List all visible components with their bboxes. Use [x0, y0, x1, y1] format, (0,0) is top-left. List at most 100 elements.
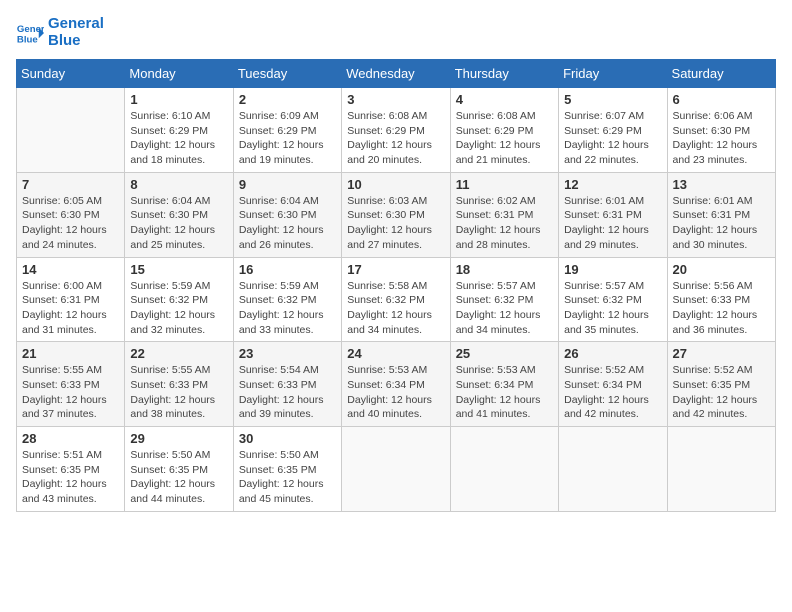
calendar-cell: 6 Sunrise: 6:06 AM Sunset: 6:30 PM Daylig…: [667, 88, 775, 173]
calendar-cell: [667, 427, 775, 512]
day-number: 29: [130, 431, 227, 446]
day-number: 9: [239, 177, 336, 192]
weekday-header: Wednesday: [342, 60, 450, 88]
calendar-cell: 11 Sunrise: 6:02 AM Sunset: 6:31 PM Dayli…: [450, 172, 558, 257]
calendar-cell: 26 Sunrise: 5:52 AM Sunset: 6:34 PM Dayli…: [559, 342, 667, 427]
weekday-header: Saturday: [667, 60, 775, 88]
day-info: Sunrise: 5:55 AM Sunset: 6:33 PM Dayligh…: [22, 363, 119, 422]
day-number: 4: [456, 92, 553, 107]
day-info: Sunrise: 6:01 AM Sunset: 6:31 PM Dayligh…: [564, 194, 661, 253]
day-number: 6: [673, 92, 770, 107]
calendar-cell: 3 Sunrise: 6:08 AM Sunset: 6:29 PM Daylig…: [342, 88, 450, 173]
calendar-cell: 20 Sunrise: 5:56 AM Sunset: 6:33 PM Dayli…: [667, 257, 775, 342]
calendar-cell: 25 Sunrise: 5:53 AM Sunset: 6:34 PM Dayli…: [450, 342, 558, 427]
day-number: 25: [456, 346, 553, 361]
day-number: 18: [456, 262, 553, 277]
day-number: 7: [22, 177, 119, 192]
day-info: Sunrise: 6:04 AM Sunset: 6:30 PM Dayligh…: [239, 194, 336, 253]
calendar-cell: 28 Sunrise: 5:51 AM Sunset: 6:35 PM Dayli…: [17, 427, 125, 512]
calendar-cell: 23 Sunrise: 5:54 AM Sunset: 6:33 PM Dayli…: [233, 342, 341, 427]
day-number: 2: [239, 92, 336, 107]
day-info: Sunrise: 5:56 AM Sunset: 6:33 PM Dayligh…: [673, 279, 770, 338]
day-info: Sunrise: 5:57 AM Sunset: 6:32 PM Dayligh…: [456, 279, 553, 338]
logo-icon: General Blue: [16, 19, 44, 47]
day-number: 12: [564, 177, 661, 192]
calendar-cell: 1 Sunrise: 6:10 AM Sunset: 6:29 PM Daylig…: [125, 88, 233, 173]
day-number: 27: [673, 346, 770, 361]
weekday-header: Sunday: [17, 60, 125, 88]
calendar-cell: 29 Sunrise: 5:50 AM Sunset: 6:35 PM Dayli…: [125, 427, 233, 512]
day-number: 5: [564, 92, 661, 107]
day-number: 23: [239, 346, 336, 361]
weekday-header: Friday: [559, 60, 667, 88]
day-number: 19: [564, 262, 661, 277]
calendar-header: SundayMondayTuesdayWednesdayThursdayFrid…: [17, 60, 776, 88]
calendar-cell: 16Sunrise: 5:59 AM Sunset: 6:32 PM Dayli…: [233, 257, 341, 342]
weekday-header: Monday: [125, 60, 233, 88]
calendar-cell: 10 Sunrise: 6:03 AM Sunset: 6:30 PM Dayli…: [342, 172, 450, 257]
day-info: Sunrise: 6:02 AM Sunset: 6:31 PM Dayligh…: [456, 194, 553, 253]
calendar-cell: 21 Sunrise: 5:55 AM Sunset: 6:33 PM Dayli…: [17, 342, 125, 427]
day-number: 3: [347, 92, 444, 107]
day-info: Sunrise: 6:07 AM Sunset: 6:29 PM Dayligh…: [564, 109, 661, 168]
day-number: 14: [22, 262, 119, 277]
calendar-cell: 27 Sunrise: 5:52 AM Sunset: 6:35 PM Dayli…: [667, 342, 775, 427]
weekday-header: Tuesday: [233, 60, 341, 88]
day-info: Sunrise: 5:57 AM Sunset: 6:32 PM Dayligh…: [564, 279, 661, 338]
day-number: 8: [130, 177, 227, 192]
day-number: 24: [347, 346, 444, 361]
day-number: 17: [347, 262, 444, 277]
day-info: Sunrise: 5:54 AM Sunset: 6:33 PM Dayligh…: [239, 363, 336, 422]
day-number: 30: [239, 431, 336, 446]
day-number: 21: [22, 346, 119, 361]
calendar-cell: 30 Sunrise: 5:50 AM Sunset: 6:35 PM Dayli…: [233, 427, 341, 512]
day-info: Sunrise: 5:53 AM Sunset: 6:34 PM Dayligh…: [347, 363, 444, 422]
calendar-cell: 18 Sunrise: 5:57 AM Sunset: 6:32 PM Dayli…: [450, 257, 558, 342]
day-number: 13: [673, 177, 770, 192]
calendar-cell: [559, 427, 667, 512]
svg-text:Blue: Blue: [17, 34, 38, 45]
day-info: Sunrise: 5:55 AM Sunset: 6:33 PM Dayligh…: [130, 363, 227, 422]
day-info: Sunrise: 6:08 AM Sunset: 6:29 PM Dayligh…: [347, 109, 444, 168]
day-info: Sunrise: 6:00 AM Sunset: 6:31 PM Dayligh…: [22, 279, 119, 338]
day-info: Sunrise: 5:53 AM Sunset: 6:34 PM Dayligh…: [456, 363, 553, 422]
calendar-cell: 9 Sunrise: 6:04 AM Sunset: 6:30 PM Daylig…: [233, 172, 341, 257]
calendar-cell: 7Sunrise: 6:05 AM Sunset: 6:30 PM Daylig…: [17, 172, 125, 257]
day-info: Sunrise: 6:09 AM Sunset: 6:29 PM Dayligh…: [239, 109, 336, 168]
calendar-cell: 15Sunrise: 5:59 AM Sunset: 6:32 PM Dayli…: [125, 257, 233, 342]
day-number: 26: [564, 346, 661, 361]
day-number: 1: [130, 92, 227, 107]
day-info: Sunrise: 5:50 AM Sunset: 6:35 PM Dayligh…: [130, 448, 227, 507]
logo: General Blue General Blue: [16, 16, 104, 49]
calendar-cell: 5 Sunrise: 6:07 AM Sunset: 6:29 PM Daylig…: [559, 88, 667, 173]
day-info: Sunrise: 6:04 AM Sunset: 6:30 PM Dayligh…: [130, 194, 227, 253]
calendar-cell: 19 Sunrise: 5:57 AM Sunset: 6:32 PM Dayli…: [559, 257, 667, 342]
day-info: Sunrise: 6:03 AM Sunset: 6:30 PM Dayligh…: [347, 194, 444, 253]
calendar-cell: [17, 88, 125, 173]
page-header: General Blue General Blue: [16, 16, 776, 49]
day-number: 20: [673, 262, 770, 277]
day-number: 10: [347, 177, 444, 192]
day-number: 28: [22, 431, 119, 446]
calendar-cell: [342, 427, 450, 512]
day-info: Sunrise: 6:06 AM Sunset: 6:30 PM Dayligh…: [673, 109, 770, 168]
day-info: Sunrise: 6:08 AM Sunset: 6:29 PM Dayligh…: [456, 109, 553, 168]
day-info: Sunrise: 5:59 AM Sunset: 6:32 PM Dayligh…: [130, 279, 227, 338]
calendar-cell: 2 Sunrise: 6:09 AM Sunset: 6:29 PM Daylig…: [233, 88, 341, 173]
calendar-cell: 24 Sunrise: 5:53 AM Sunset: 6:34 PM Dayli…: [342, 342, 450, 427]
day-info: Sunrise: 5:50 AM Sunset: 6:35 PM Dayligh…: [239, 448, 336, 507]
calendar-cell: 8 Sunrise: 6:04 AM Sunset: 6:30 PM Daylig…: [125, 172, 233, 257]
logo-line2: Blue: [48, 33, 104, 50]
calendar-cell: 14 Sunrise: 6:00 AM Sunset: 6:31 PM Dayli…: [17, 257, 125, 342]
calendar-cell: 4 Sunrise: 6:08 AM Sunset: 6:29 PM Daylig…: [450, 88, 558, 173]
day-info: Sunrise: 5:52 AM Sunset: 6:35 PM Dayligh…: [673, 363, 770, 422]
calendar-cell: [450, 427, 558, 512]
logo-line1: General: [48, 16, 104, 33]
day-number: 16: [239, 262, 336, 277]
calendar-cell: 12 Sunrise: 6:01 AM Sunset: 6:31 PM Dayli…: [559, 172, 667, 257]
day-number: 11: [456, 177, 553, 192]
day-info: Sunrise: 6:10 AM Sunset: 6:29 PM Dayligh…: [130, 109, 227, 168]
day-info: Sunrise: 5:52 AM Sunset: 6:34 PM Dayligh…: [564, 363, 661, 422]
calendar-cell: 22Sunrise: 5:55 AM Sunset: 6:33 PM Dayli…: [125, 342, 233, 427]
day-info: Sunrise: 5:51 AM Sunset: 6:35 PM Dayligh…: [22, 448, 119, 507]
